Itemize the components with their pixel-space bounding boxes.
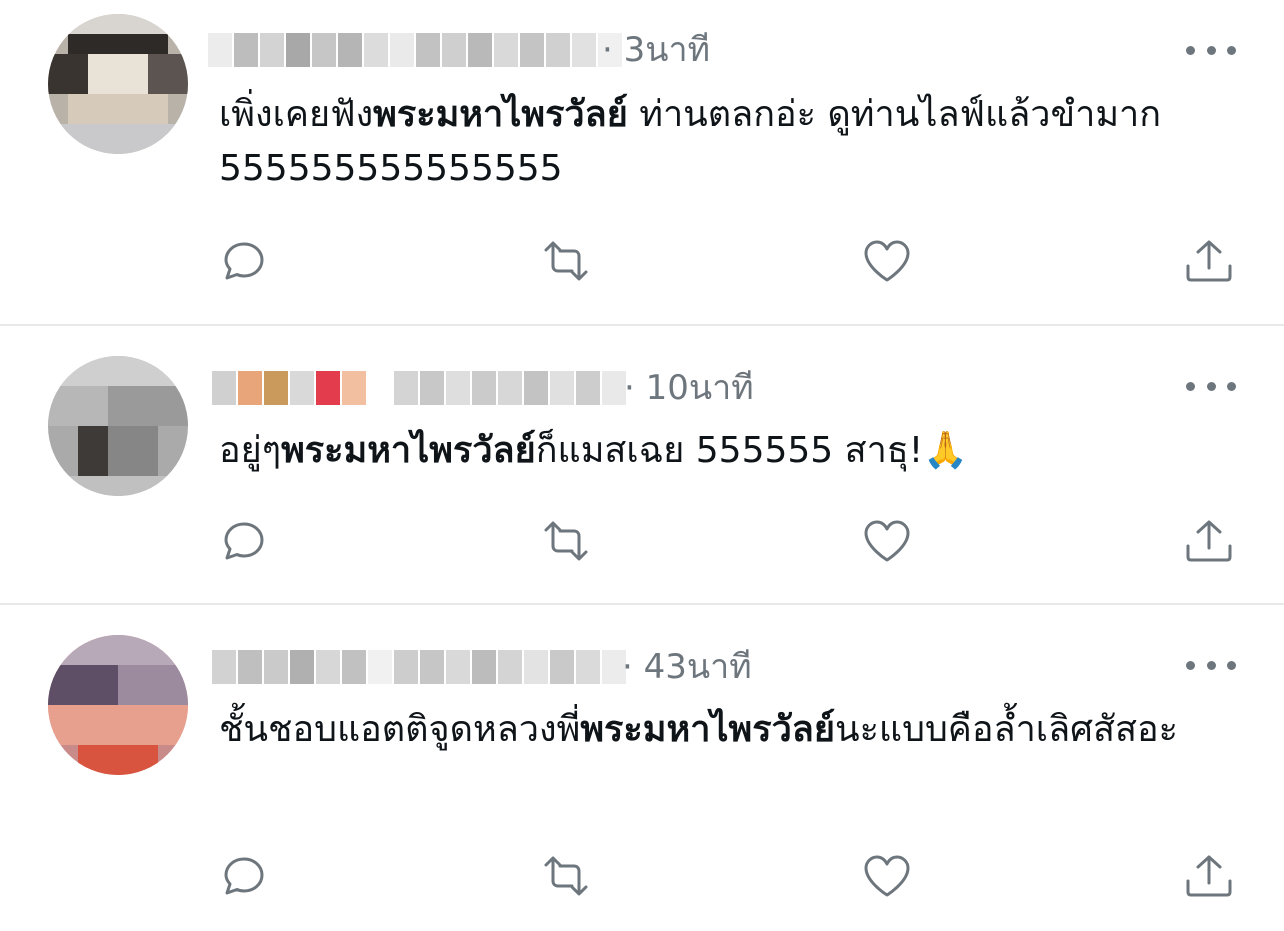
tweet-text: ชั้นชอบแอตติจูดหลวงพี่พระมหาไพรวัลย์นะแบ… xyxy=(219,703,1229,757)
share-icon[interactable] xyxy=(1183,851,1235,901)
reply-icon[interactable] xyxy=(218,851,270,901)
username-blurred[interactable] xyxy=(208,28,622,72)
reply-icon[interactable] xyxy=(218,516,270,566)
heart-icon[interactable] xyxy=(861,516,913,566)
username-blurred[interactable] xyxy=(212,645,626,689)
tweet-text-bold: พระมหาไพรวัลย์ xyxy=(580,709,835,750)
praying-hands-emoji: 🙏 xyxy=(923,430,969,471)
tweet-text-part: ชั้นชอบแอตติจูดหลวงพี่ xyxy=(219,709,581,750)
tweet-timestamp[interactable]: · 10นาที xyxy=(624,366,754,410)
tweet-actions xyxy=(0,851,1284,901)
tweet-text-part: นะแบบคือล้ำเลิศสัสอะ xyxy=(834,709,1178,750)
avatar[interactable] xyxy=(48,635,188,775)
more-options-icon[interactable] xyxy=(1186,35,1236,65)
tweet[interactable]: · 43นาที ชั้นชอบแอตติจูดหลวงพี่พระมหาไพร… xyxy=(0,605,1284,931)
tweet-text-part: อยู่ๆ xyxy=(219,430,282,471)
heart-icon[interactable] xyxy=(861,851,913,901)
avatar[interactable] xyxy=(48,14,188,154)
tweet-timestamp[interactable]: · 3นาที xyxy=(602,28,710,72)
tweet[interactable]: · 10นาที อยู่ๆพระมหาไพรวัลย์ก็แมสเฉย 555… xyxy=(0,326,1284,603)
heart-icon[interactable] xyxy=(861,236,913,286)
reply-icon[interactable] xyxy=(218,236,270,286)
tweet-text: เพิ่งเคยฟังพระมหาไพรวัลย์ ท่านตลกอ่ะ ดูท… xyxy=(219,88,1229,196)
share-icon[interactable] xyxy=(1183,516,1235,566)
tweet-text-bold: พระมหาไพรวัลย์ xyxy=(281,430,536,471)
tweet-timestamp[interactable]: · 43นาที xyxy=(622,645,752,689)
tweet-text-part: ก็แมสเฉย 555555 สาธุ! xyxy=(535,430,924,471)
avatar[interactable] xyxy=(48,356,188,496)
retweet-icon[interactable] xyxy=(540,516,592,566)
tweet-actions xyxy=(0,236,1284,286)
tweet-actions xyxy=(0,516,1284,566)
tweet-text-part: เพิ่งเคยฟัง xyxy=(219,94,374,135)
username-blurred[interactable] xyxy=(212,366,626,410)
retweet-icon[interactable] xyxy=(540,236,592,286)
retweet-icon[interactable] xyxy=(540,851,592,901)
more-options-icon[interactable] xyxy=(1186,371,1236,401)
more-options-icon[interactable] xyxy=(1186,650,1236,680)
tweet[interactable]: · 3นาที เพิ่งเคยฟังพระมหาไพรวัลย์ ท่านตล… xyxy=(0,0,1284,324)
tweet-text: อยู่ๆพระมหาไพรวัลย์ก็แมสเฉย 555555 สาธุ!… xyxy=(219,424,1229,478)
tweet-text-bold: พระมหาไพรวัลย์ xyxy=(373,94,628,135)
share-icon[interactable] xyxy=(1183,236,1235,286)
